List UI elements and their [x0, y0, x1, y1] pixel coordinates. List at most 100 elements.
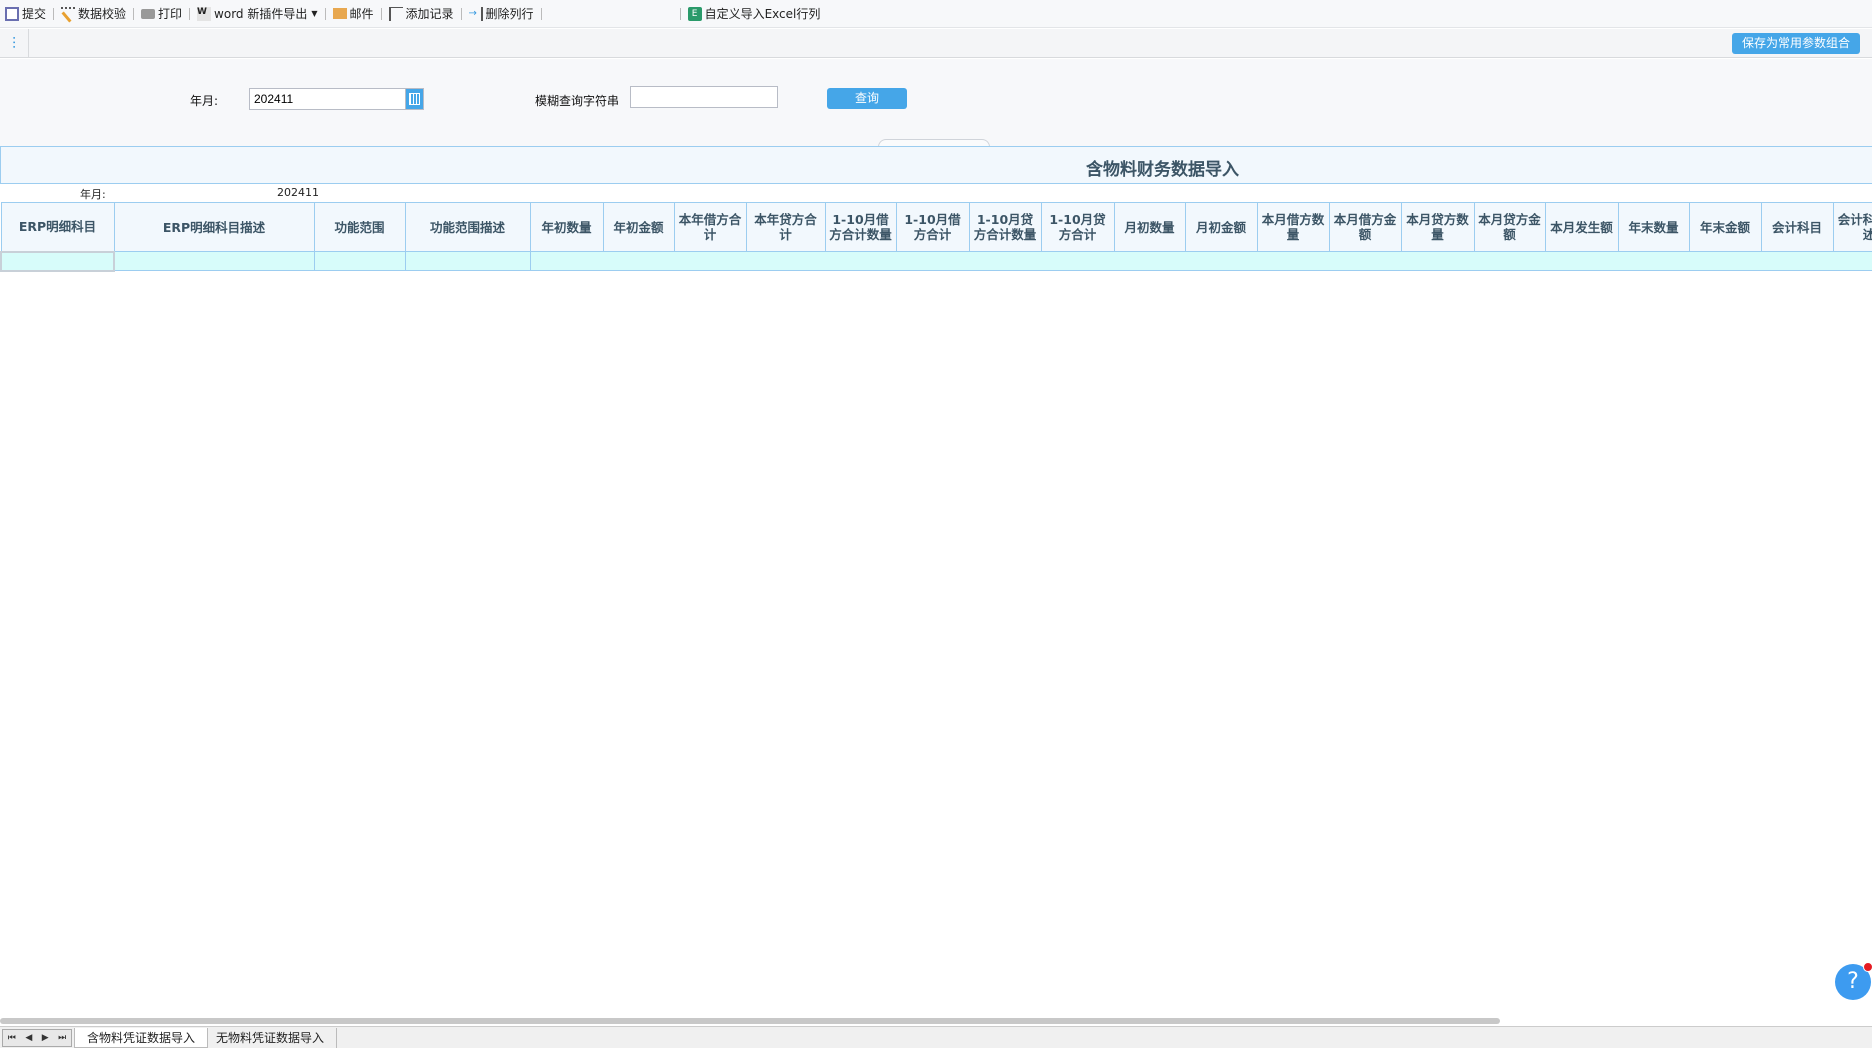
column-header[interactable]: ERP明细科目 [0, 202, 115, 252]
table-cell[interactable] [1114, 251, 1185, 271]
divider [189, 7, 191, 20]
table-cell[interactable] [1689, 251, 1761, 271]
column-header[interactable]: 年初数量 [529, 202, 604, 252]
column-header[interactable]: 1-10月贷方合计数量 [968, 202, 1042, 252]
table-cell[interactable] [969, 251, 1041, 271]
question-icon: ? [1847, 969, 1859, 994]
delete-row-icon: → [469, 6, 483, 21]
table-cell[interactable] [1761, 251, 1833, 271]
divider [679, 7, 681, 20]
header-row: ERP明细科目 ERP明细科目描述 功能范围 功能范围描述 年初数量 年初金额 本年借方合计… [0, 202, 1872, 252]
table-cell[interactable] [746, 251, 825, 271]
sheet-nav: ⏮ ◀ ▶ ⏭ [2, 1029, 72, 1047]
report-title: 含物料财务数据导入 [1086, 160, 1239, 180]
column-header[interactable]: 月初金额 [1184, 202, 1258, 252]
column-header[interactable]: 本年贷方合计 [745, 202, 826, 252]
ym-input[interactable] [249, 88, 406, 110]
excel-icon: E [687, 6, 702, 21]
table-cell[interactable] [1545, 251, 1618, 271]
data-grid: ERP明细科目 ERP明细科目描述 功能范围 功能范围描述 年初数量 年初金额 本年借方合计… [0, 202, 1872, 272]
divider [460, 7, 462, 20]
fuzzy-query-input[interactable] [630, 86, 778, 108]
table-cell[interactable] [896, 251, 969, 271]
table-cell[interactable] [1185, 251, 1257, 271]
ym-label: 年月: [190, 94, 219, 108]
divider [53, 7, 55, 20]
column-header[interactable]: 年末数量 [1617, 202, 1690, 252]
table-cell[interactable] [113, 251, 315, 271]
column-header[interactable]: 年末金额 [1688, 202, 1762, 252]
divider [540, 7, 542, 20]
table-cell[interactable] [1833, 251, 1872, 271]
table-cell[interactable] [1474, 251, 1545, 271]
column-header[interactable]: 年初金额 [602, 202, 675, 252]
save-params-button[interactable]: 保存为常用参数组合 [1731, 33, 1860, 54]
next-sheet-icon[interactable]: ▶ [42, 1033, 49, 1043]
query-form: 年月: 模糊查询字符串 查询 [0, 59, 1872, 147]
table-cell[interactable] [313, 251, 406, 271]
add-record-icon [388, 6, 403, 21]
column-header[interactable]: 功能范围描述 [404, 202, 531, 252]
submit-button[interactable]: 提交 [2, 0, 49, 28]
word-icon: W [197, 6, 212, 21]
tab-material-voucher[interactable]: 含物料凭证数据导入 [74, 1028, 209, 1048]
prev-sheet-icon[interactable]: ◀ [25, 1033, 32, 1043]
column-header[interactable]: 本年借方合计 [673, 202, 747, 252]
column-header[interactable]: 本月贷方数量 [1400, 202, 1475, 252]
notification-dot [1863, 962, 1872, 972]
table-cell[interactable] [1329, 251, 1401, 271]
last-sheet-icon[interactable]: ⏭ [58, 1033, 66, 1043]
excel-import-button[interactable]: E 自定义导入Excel行列 [685, 0, 824, 28]
table-cell[interactable] [603, 251, 674, 271]
report-title-band: 含物料财务数据导入 [0, 146, 1872, 184]
column-header[interactable]: 1-10月借方合计数量 [824, 202, 897, 252]
column-header[interactable]: 1-10月贷方合计 [1040, 202, 1115, 252]
print-button[interactable]: 打印 [138, 0, 185, 28]
report-ym-value: 202411 [277, 186, 319, 199]
save-icon [5, 6, 19, 21]
divider [133, 7, 135, 20]
help-button[interactable]: ? [1835, 962, 1872, 1000]
word-export-dropdown[interactable]: Wword 新插件导出 ▼ [194, 0, 320, 28]
first-sheet-icon[interactable]: ⏮ [8, 1033, 16, 1043]
column-header[interactable]: ERP明细科目描述 [113, 202, 315, 252]
table-row [0, 250, 1872, 272]
column-header[interactable]: 本月借方金额 [1328, 202, 1402, 252]
filter-settings-icon[interactable]: ⫶ [0, 29, 29, 58]
table-cell[interactable] [530, 251, 603, 271]
table-cell[interactable] [1401, 251, 1474, 271]
mail-button[interactable]: 邮件 [330, 0, 377, 28]
table-cell[interactable] [674, 251, 746, 271]
divider [380, 7, 382, 20]
column-header[interactable]: 月初数量 [1113, 202, 1186, 252]
column-header[interactable]: 功能范围 [313, 202, 406, 252]
mail-icon [332, 8, 347, 19]
table-cell[interactable] [1618, 251, 1689, 271]
horizontal-scrollbar[interactable] [0, 1018, 1500, 1024]
table-cell[interactable] [1257, 251, 1329, 271]
divider [324, 7, 326, 20]
fuzzy-query-label: 模糊查询字符串 [535, 94, 620, 108]
data-validate-button[interactable]: 数据校验 [58, 0, 129, 28]
params-bar: ⫶ 保存为常用参数组合 [0, 29, 1872, 58]
caret-down-icon: ▼ [311, 9, 318, 18]
calendar-icon[interactable] [405, 88, 424, 110]
report-ym-row: 年月: 202411 [0, 184, 1872, 202]
column-header[interactable]: 1-10月借方合计 [895, 202, 970, 252]
print-icon [141, 8, 156, 19]
table-cell[interactable] [1041, 251, 1114, 271]
table-cell[interactable] [825, 251, 896, 271]
toolbar: 提交 数据校验 打印 Wword 新插件导出 ▼ 邮件 添加记录 → 删除列行 E自… [0, 0, 1872, 28]
table-cell[interactable] [0, 250, 115, 272]
column-header[interactable]: 本月发生额 [1544, 202, 1619, 252]
column-header[interactable]: 会计科目 [1760, 202, 1834, 252]
column-header[interactable]: 会计科目描述 [1832, 202, 1872, 252]
column-header[interactable]: 本月借方数量 [1256, 202, 1330, 252]
wand-icon [61, 6, 76, 23]
add-record-button[interactable]: 添加记录 [386, 0, 457, 28]
query-button[interactable]: 查询 [827, 88, 907, 109]
delete-row-button[interactable]: → 删除列行 [466, 0, 537, 28]
column-header[interactable]: 本月贷方金额 [1473, 202, 1546, 252]
tab-no-material-voucher[interactable]: 无物料凭证数据导入 [204, 1028, 338, 1048]
table-cell[interactable] [404, 251, 531, 271]
